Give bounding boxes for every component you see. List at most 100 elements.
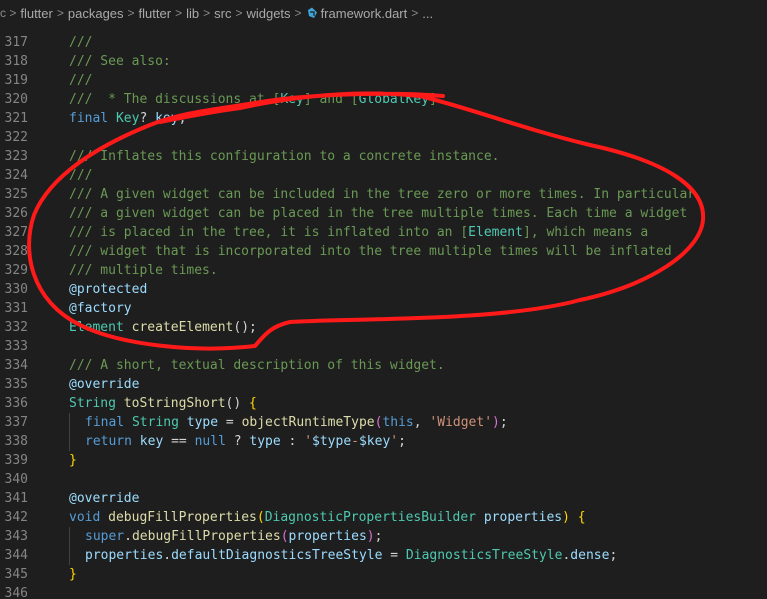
- breadcrumb-item-file[interactable]: framework.dart: [306, 6, 407, 21]
- line-number: 331: [4, 301, 28, 316]
- code-token: :: [288, 434, 305, 449]
- chevron-right-icon: >: [56, 6, 64, 20]
- line-number: 333: [4, 339, 28, 354]
- line-number: 335: [4, 377, 28, 392]
- code-token: .: [124, 529, 132, 544]
- code-line[interactable]: 321 final Key? key;: [0, 109, 767, 128]
- code-token: DiagnosticsTreeStyle: [405, 548, 563, 563]
- code-token: Key: [280, 92, 304, 107]
- code-line[interactable]: 332 Element createElement();: [0, 318, 767, 337]
- code-line[interactable]: 335 @override: [0, 375, 767, 394]
- code-line[interactable]: 329 /// multiple times.: [0, 261, 767, 280]
- code-token: debugFillProperties: [131, 529, 281, 544]
- code-token: /// a given widget can be placed in the …: [69, 206, 688, 221]
- code-token: ': [304, 434, 313, 449]
- code-line[interactable]: 333: [0, 337, 767, 356]
- code-line[interactable]: 342 void debugFillProperties(DiagnosticPr…: [0, 508, 767, 527]
- indent-guide: [69, 432, 70, 451]
- code-line[interactable]: 322: [0, 128, 767, 147]
- code-line[interactable]: 327 /// is placed in the tree, it is infl…: [0, 223, 767, 242]
- code-line[interactable]: 325 /// A given widget can be included in…: [0, 185, 767, 204]
- code-token: ,: [413, 415, 430, 430]
- breadcrumb-item-symbol[interactable]: ...: [422, 6, 433, 21]
- line-number: 319: [4, 73, 28, 88]
- code-line[interactable]: 344 properties.defaultDiagnosticsTreeStyl…: [0, 546, 767, 565]
- code-line[interactable]: 340: [0, 470, 767, 489]
- code-line[interactable]: 339}: [0, 451, 767, 470]
- code-line[interactable]: 345}: [0, 565, 767, 584]
- breadcrumb-item-flutter-pkg[interactable]: flutter: [139, 6, 172, 21]
- code-token: ': [390, 434, 399, 449]
- code-line[interactable]: 328 /// widget that is incorporated into …: [0, 242, 767, 261]
- code-token: String: [131, 415, 187, 430]
- code-line[interactable]: 336 String toStringShort() {: [0, 394, 767, 413]
- code-token: final: [85, 415, 132, 430]
- code-line[interactable]: 330 @protected: [0, 280, 767, 299]
- code-line[interactable]: 326 /// a given widget can be placed in t…: [0, 204, 767, 223]
- code-token: /// multiple times.: [69, 263, 218, 278]
- code-lines[interactable]: 317 /// 318 /// See also: 319 /// 320 /// * The…: [0, 33, 767, 599]
- code-text: String toStringShort() {: [69, 394, 257, 413]
- code-token: /// widget that is incorporated into the…: [69, 244, 672, 259]
- code-token: {: [577, 510, 586, 525]
- line-number: 332: [4, 320, 28, 335]
- code-token: DiagnosticPropertiesBuilder: [264, 510, 484, 525]
- code-token: GlobalKey: [358, 92, 430, 107]
- line-number: 344: [4, 548, 28, 563]
- code-line[interactable]: 337 final String type = objectRuntimeType…: [0, 413, 767, 432]
- breadcrumb-item-src[interactable]: src: [214, 6, 231, 21]
- code-line[interactable]: 323 /// Inflates this configuration to a …: [0, 147, 767, 166]
- code-token: (: [280, 529, 289, 544]
- code-line[interactable]: 319 ///: [0, 71, 767, 90]
- chevron-right-icon: >: [127, 6, 135, 20]
- code-token: Element: [468, 225, 523, 240]
- code-line[interactable]: 338 return key == null ? type : '$type-$k…: [0, 432, 767, 451]
- code-token: properties: [288, 529, 367, 544]
- code-token: ] and [: [303, 92, 359, 107]
- chevron-right-icon: >: [411, 6, 419, 20]
- code-token: -: [351, 434, 359, 449]
- code-token: /// Inflates this configuration to a con…: [69, 149, 500, 164]
- breadcrumb-item-flutter[interactable]: flutter: [20, 6, 53, 21]
- code-token: key: [155, 111, 179, 126]
- dart-file-icon: [307, 7, 317, 18]
- code-line[interactable]: 346: [0, 584, 767, 599]
- breadcrumb-item-packages[interactable]: packages: [68, 6, 124, 21]
- code-line[interactable]: 334 /// A short, textual description of t…: [0, 356, 767, 375]
- chevron-right-icon: >: [203, 6, 211, 20]
- code-editor[interactable]: c > flutter > packages > flutter > lib >…: [0, 0, 767, 599]
- code-line[interactable]: 317 ///: [0, 33, 767, 52]
- code-token: @override: [69, 377, 140, 392]
- code-token: type: [249, 434, 289, 449]
- code-text: /// is placed in the tree, it is inflate…: [69, 223, 648, 242]
- line-number: 321: [4, 111, 28, 126]
- code-text: /// multiple times.: [69, 261, 218, 280]
- code-token: @factory: [69, 301, 132, 316]
- code-text: /// Inflates this configuration to a con…: [69, 147, 499, 166]
- line-number: 320: [4, 92, 28, 107]
- code-text: void debugFillProperties(DiagnosticPrope…: [69, 508, 586, 527]
- code-token: /// A given widget can be included in th…: [69, 187, 696, 202]
- code-line[interactable]: 318 /// See also:: [0, 52, 767, 71]
- code-token: }: [69, 453, 77, 468]
- line-number: 341: [4, 491, 28, 506]
- code-text: /// See also:: [69, 52, 171, 71]
- line-number: 323: [4, 149, 28, 164]
- code-token: properties: [483, 510, 563, 525]
- code-text: Element createElement();: [69, 318, 257, 337]
- breadcrumb-item-widgets[interactable]: widgets: [246, 6, 290, 21]
- line-number: 346: [4, 586, 28, 599]
- code-token: {: [249, 396, 257, 411]
- code-line[interactable]: 341 @override: [0, 489, 767, 508]
- code-token: =: [225, 415, 242, 430]
- code-line[interactable]: 320 /// * The discussions at [Key] and [G…: [0, 90, 767, 109]
- code-text: ///: [69, 33, 92, 52]
- code-token: (): [225, 396, 250, 411]
- line-number: 342: [4, 510, 28, 525]
- code-token: (: [256, 510, 265, 525]
- code-line[interactable]: 324 ///: [0, 166, 767, 185]
- breadcrumb-item-lib[interactable]: lib: [186, 6, 199, 21]
- code-token: final: [69, 111, 116, 126]
- code-line[interactable]: 343 super.debugFillProperties(properties)…: [0, 527, 767, 546]
- code-line[interactable]: 331 @factory: [0, 299, 767, 318]
